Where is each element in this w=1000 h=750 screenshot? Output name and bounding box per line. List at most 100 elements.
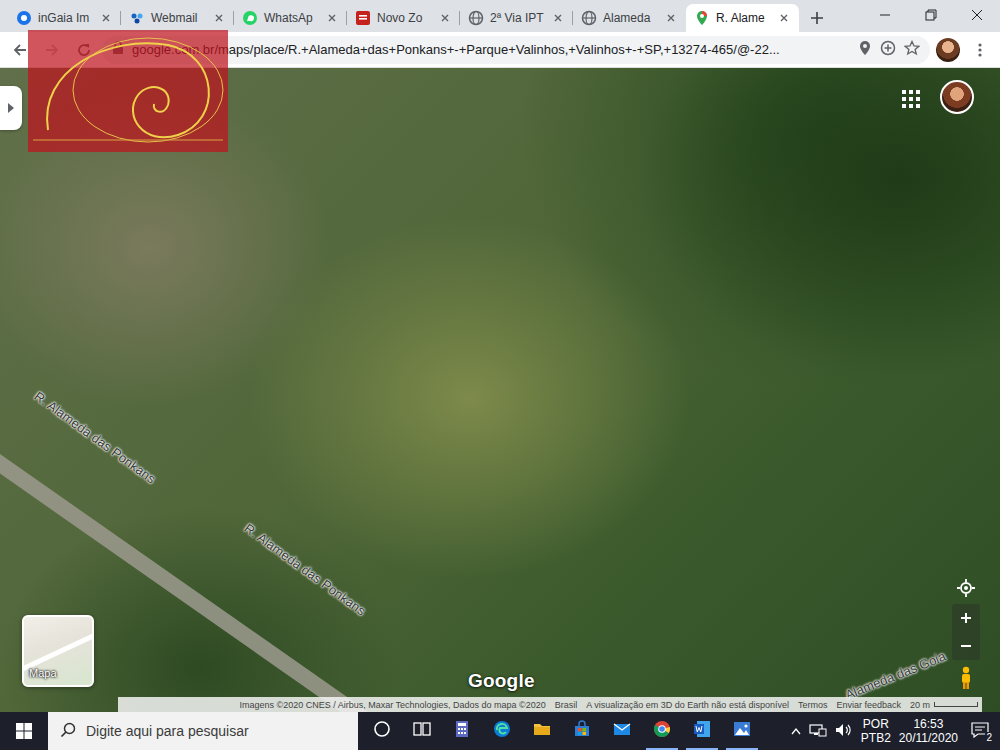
layer-switch-button[interactable]: Mapa (22, 615, 94, 687)
store-icon[interactable] (572, 719, 592, 743)
taskbar-app[interactable] (562, 712, 602, 750)
explorer-icon[interactable] (532, 719, 552, 739)
tab-label[interactable]: R. Alame (716, 11, 771, 25)
cortana-icon[interactable] (372, 719, 392, 743)
apps-grid-icon[interactable] (900, 88, 922, 110)
clock-date[interactable]: 20/11/2020 (899, 731, 958, 745)
notification-count[interactable]: 2 (985, 732, 993, 743)
pegman-icon[interactable] (954, 664, 978, 692)
close-tab-icon[interactable] (777, 11, 791, 25)
close-tab-icon[interactable] (438, 11, 452, 25)
my-location-icon[interactable] (957, 579, 975, 597)
photos-icon[interactable] (732, 719, 752, 739)
zoom-in-icon[interactable] (952, 604, 980, 632)
photos-icon[interactable] (732, 719, 752, 743)
show-hidden-icons-icon[interactable] (791, 727, 801, 735)
taskbar-app[interactable] (722, 712, 762, 750)
my-location-icon[interactable] (954, 576, 978, 600)
browser-tab[interactable]: R. Alame (686, 4, 799, 32)
location-pin-icon[interactable] (858, 40, 872, 60)
profile-button[interactable] (934, 36, 962, 64)
close-tab-icon[interactable] (325, 11, 339, 25)
chrome-menu-icon[interactable] (966, 36, 994, 64)
taskbar-app[interactable] (642, 712, 682, 750)
tab-label[interactable]: inGaia Im (38, 11, 93, 25)
taskbar-search[interactable]: Digite aqui para pesquisar (48, 712, 358, 750)
restore-icon[interactable] (925, 9, 937, 21)
cortana-icon[interactable] (372, 719, 392, 739)
clock-time[interactable]: 16:53 (913, 717, 943, 731)
browser-tab[interactable]: Alameda (573, 4, 686, 32)
edge-icon[interactable] (492, 719, 512, 739)
browser-tab[interactable]: Webmail (121, 4, 234, 32)
taskbar-app[interactable] (442, 712, 482, 750)
language-text[interactable]: PTB2 (861, 731, 891, 745)
browser-tab[interactable]: 2ª Via IPT (460, 4, 573, 32)
speaker-icon[interactable] (835, 723, 853, 737)
show-hidden-icons-icon[interactable] (791, 724, 801, 738)
terms-link[interactable]: Termos (798, 700, 828, 710)
input-language[interactable]: PORPTB2 (861, 717, 891, 745)
close-tab-icon[interactable] (212, 11, 226, 25)
word-icon[interactable] (692, 719, 712, 739)
notification-center[interactable]: 2 (966, 717, 994, 745)
zoom-out-icon[interactable] (960, 640, 972, 652)
expand-panel-icon[interactable] (0, 86, 22, 130)
back-arrow-icon[interactable] (12, 42, 28, 58)
tab-label[interactable]: Novo Zo (377, 11, 432, 25)
apps-grid-icon[interactable] (900, 88, 922, 110)
browser-tab[interactable]: Novo Zo (347, 4, 460, 32)
url-text[interactable]: google.com.br/maps/place/R.+Alameda+das+… (132, 42, 850, 57)
install-app-icon[interactable] (880, 40, 896, 60)
account-avatar[interactable] (940, 80, 974, 114)
new-tab-icon[interactable] (803, 4, 831, 32)
zoom-out-icon[interactable] (952, 632, 980, 660)
restore-icon[interactable] (908, 0, 954, 30)
taskbar-app[interactable] (482, 712, 522, 750)
language-text[interactable]: POR (863, 717, 889, 731)
taskbar-app[interactable] (682, 712, 722, 750)
chrome-menu-icon[interactable] (978, 42, 982, 58)
minimize-icon[interactable] (862, 0, 908, 30)
tab-label[interactable]: Alameda (603, 11, 658, 25)
close-tab-icon[interactable] (99, 11, 113, 25)
close-tab-icon[interactable] (777, 11, 791, 25)
edge-icon[interactable] (492, 719, 512, 743)
layer-label[interactable]: Mapa (29, 667, 57, 679)
bookmark-star-icon[interactable] (904, 40, 920, 60)
close-tab-icon[interactable] (212, 11, 226, 25)
taskview-icon[interactable] (412, 719, 432, 743)
install-app-icon[interactable] (880, 40, 896, 56)
map-scale[interactable]: 20 m (910, 700, 978, 710)
bookmark-star-icon[interactable] (904, 40, 920, 56)
location-pin-icon[interactable] (858, 40, 872, 56)
tab-label[interactable]: WhatsAp (264, 11, 319, 25)
mail-icon[interactable] (612, 719, 632, 739)
tab-label[interactable]: 2ª Via IPT (490, 11, 545, 25)
taskview-icon[interactable] (412, 719, 432, 739)
store-icon[interactable] (572, 719, 592, 739)
minimize-icon[interactable] (879, 9, 891, 21)
windows-start-icon[interactable] (0, 712, 48, 750)
windows-start-icon[interactable] (16, 723, 32, 739)
mail-icon[interactable] (612, 719, 632, 743)
calculator-icon[interactable] (452, 719, 472, 739)
new-tab-icon[interactable] (810, 11, 824, 25)
taskbar-app[interactable] (522, 712, 562, 750)
close-tab-icon[interactable] (551, 11, 565, 25)
browser-tab[interactable]: WhatsAp (234, 4, 347, 32)
speaker-icon[interactable] (835, 723, 853, 740)
close-window-icon[interactable] (954, 0, 1000, 30)
close-tab-icon[interactable] (664, 11, 678, 25)
close-tab-icon[interactable] (99, 11, 113, 25)
tab-label[interactable]: Webmail (151, 11, 206, 25)
network-icon[interactable] (809, 723, 827, 737)
close-tab-icon[interactable] (551, 11, 565, 25)
expand-panel-icon[interactable] (7, 102, 15, 114)
close-tab-icon[interactable] (325, 11, 339, 25)
network-icon[interactable] (809, 723, 827, 740)
calculator-icon[interactable] (452, 719, 472, 743)
chrome-icon[interactable] (652, 719, 672, 739)
close-window-icon[interactable] (971, 9, 983, 21)
clock[interactable]: 16:5320/11/2020 (899, 717, 958, 745)
